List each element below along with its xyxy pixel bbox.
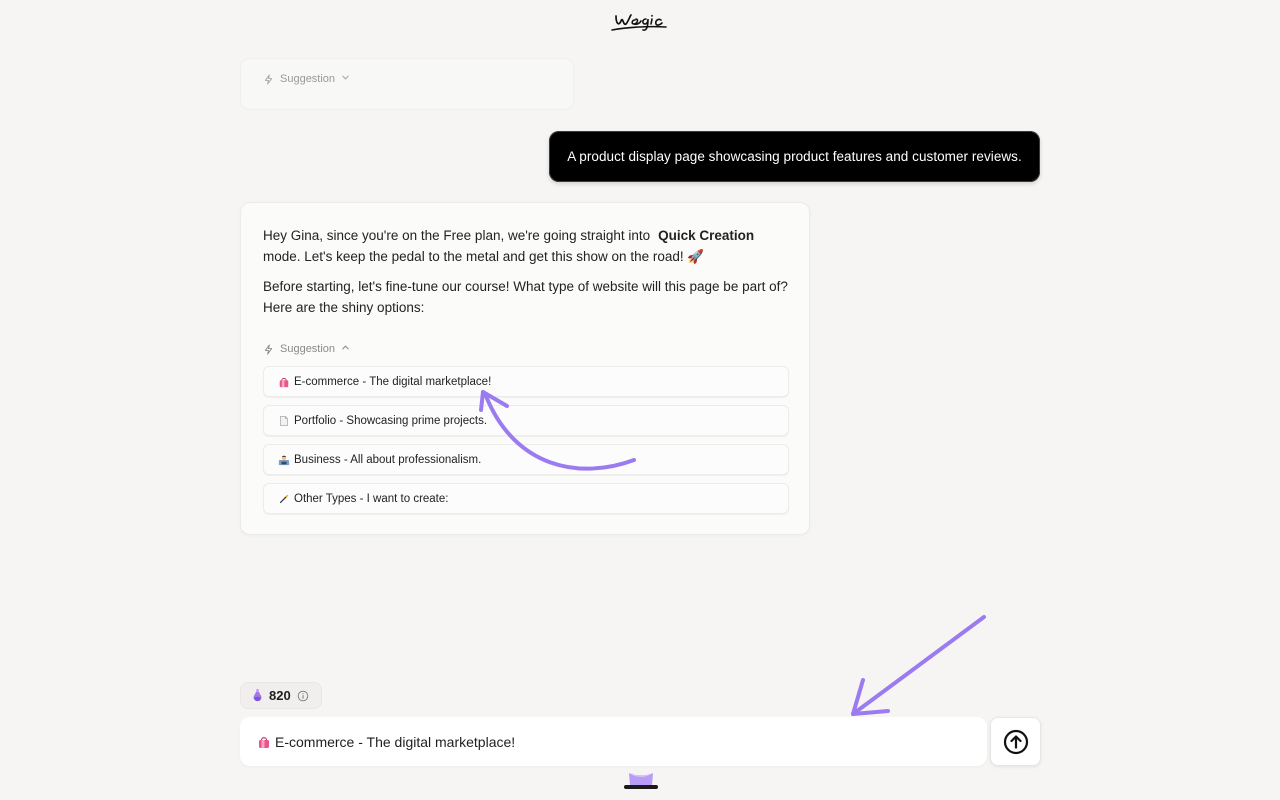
option-label: Business - All about professionalism. — [294, 453, 482, 466]
arrow-up-circle-icon — [1003, 729, 1028, 754]
suggestion-option-ecommerce[interactable]: E-commerce - The digital marketplace! — [263, 366, 789, 397]
document-icon — [277, 414, 291, 428]
office-worker-icon — [277, 453, 291, 467]
magic-wand-icon — [277, 492, 291, 506]
option-label: E-commerce - The digital marketplace! — [294, 375, 492, 388]
suggestion-option-other[interactable]: Other Types - I want to create: — [263, 483, 789, 514]
send-button[interactable] — [990, 717, 1041, 766]
option-label: Other Types - I want to create: — [294, 492, 449, 505]
lightning-icon — [264, 343, 273, 355]
assistant-intro-text: Hey Gina, since you're on the Free plan,… — [263, 228, 651, 243]
assistant-paragraph-2: Before starting, let's fine-tune our cou… — [263, 279, 788, 315]
credits-badge[interactable]: 820 — [240, 682, 322, 709]
annotation-arrow-to-input — [851, 615, 986, 716]
chevron-up-icon — [341, 343, 350, 355]
previous-suggestion-card: Suggestion — [240, 58, 574, 110]
user-message-bubble: A product display page showcasing produc… — [549, 131, 1040, 182]
suggestion-option-portfolio[interactable]: Portfolio - Showcasing prime projects. — [263, 405, 789, 436]
chevron-down-icon — [341, 73, 350, 85]
potion-icon — [253, 688, 262, 702]
logo-script — [611, 14, 667, 31]
mascot-icon — [624, 773, 658, 789]
shopping-bag-icon — [277, 375, 291, 389]
suggestion-toggle[interactable]: Suggestion — [263, 73, 350, 85]
suggestion-label: Suggestion — [280, 73, 336, 85]
credits-value: 820 — [269, 688, 291, 703]
quick-creation-label: Quick Creation — [658, 228, 755, 243]
user-message-text: A product display page showcasing produc… — [567, 149, 1022, 164]
message-input[interactable] — [240, 717, 987, 766]
suggestion-label: Suggestion — [280, 343, 336, 355]
chat-page: Suggestion A product display page showca… — [0, 0, 1280, 800]
wegic-logo[interactable] — [610, 6, 670, 36]
suggestion-option-business[interactable]: Business - All about professionalism. — [263, 444, 789, 475]
info-icon[interactable] — [297, 690, 309, 702]
assistant-message-card: Hey Gina, since you're on the Free plan,… — [240, 202, 810, 535]
suggestion-toggle[interactable]: Suggestion — [263, 343, 350, 355]
lightning-icon — [264, 73, 273, 85]
assistant-paragraph-1: Hey Gina, since you're on the Free plan,… — [263, 225, 793, 267]
option-label: Portfolio - Showcasing prime projects. — [294, 414, 488, 427]
message-composer — [240, 717, 987, 766]
assistant-intro-rest: mode. Let's keep the pedal to the metal … — [263, 249, 705, 264]
